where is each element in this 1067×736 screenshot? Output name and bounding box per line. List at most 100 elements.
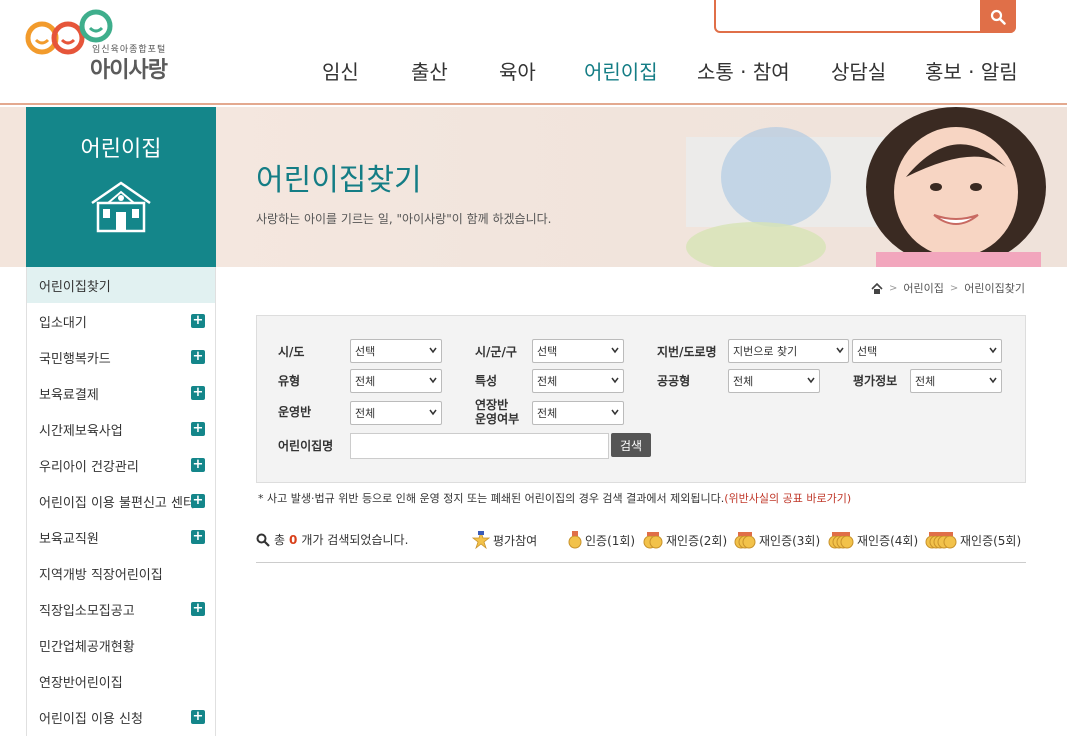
daycare-name-input[interactable] bbox=[350, 433, 609, 459]
daycare-house-icon bbox=[91, 181, 151, 233]
chevron-down-icon bbox=[989, 347, 997, 354]
extended-select-value: 전체 bbox=[537, 407, 558, 420]
sigungu-select[interactable]: 선택 bbox=[532, 339, 624, 363]
legend-cert3-label: 재인증(3회) bbox=[759, 533, 821, 548]
evaluation-star-icon bbox=[472, 531, 490, 549]
type-select-value: 전체 bbox=[355, 375, 376, 388]
search-submit-button[interactable]: 검색 bbox=[611, 433, 651, 457]
search-form-panel: 시/도 선택 시/군/구 선택 지번/도로명 지번으로 찾기 선택 유형 전체 … bbox=[256, 315, 1026, 483]
nav-pregnancy[interactable]: 임신 bbox=[322, 56, 359, 85]
result-prefix: 총 bbox=[274, 533, 286, 547]
search-input[interactable] bbox=[722, 4, 976, 28]
chevron-down-icon bbox=[611, 347, 619, 354]
feature-select[interactable]: 전체 bbox=[532, 369, 624, 393]
expand-plus-icon[interactable]: + bbox=[191, 494, 205, 508]
public-select[interactable]: 전체 bbox=[728, 369, 820, 393]
result-divider bbox=[256, 562, 1026, 563]
sidebar-item[interactable]: 우리아이 건강관리 + bbox=[27, 447, 215, 483]
extended-label-line2: 운영여부 bbox=[475, 412, 520, 426]
expand-plus-icon[interactable]: + bbox=[191, 602, 205, 616]
search-button[interactable] bbox=[980, 0, 1016, 33]
legend-cert3: 재인증(3회) bbox=[734, 531, 820, 549]
nav-daycare[interactable]: 어린이집 bbox=[584, 56, 658, 85]
chevron-down-icon bbox=[989, 377, 997, 384]
address-type-select[interactable]: 지번으로 찾기 bbox=[728, 339, 849, 363]
medal-4-icon bbox=[828, 532, 854, 549]
sidebar-item-label: 어린이집 이용 불편신고 센터 bbox=[39, 495, 195, 511]
type-select[interactable]: 전체 bbox=[350, 369, 442, 393]
home-icon[interactable] bbox=[871, 282, 883, 294]
search-icon bbox=[256, 533, 270, 547]
chevron-down-icon bbox=[836, 347, 844, 354]
sigungu-label: 시/군/구 bbox=[475, 345, 517, 359]
expand-plus-icon[interactable]: + bbox=[191, 458, 205, 472]
medal-3-icon bbox=[734, 532, 756, 549]
address-select[interactable]: 선택 bbox=[852, 339, 1002, 363]
exclusion-notice: * 사고 발생·법규 위반 등으로 인해 운영 정지 또는 폐쇄된 어린이집의 … bbox=[258, 490, 851, 506]
expand-plus-icon[interactable]: + bbox=[191, 350, 205, 364]
medal-icon bbox=[568, 531, 582, 549]
violation-disclosure-link[interactable]: (위반사실의 공표 바로가기) bbox=[724, 492, 851, 505]
sidebar-item-label: 어린이집찾기 bbox=[39, 279, 111, 295]
legend-cert1-label: 인증(1회) bbox=[585, 533, 636, 548]
page-banner: 어린이집 어린이집찾기 사랑하는 아이를 기르는 일, "아이사랑"이 함께 하… bbox=[0, 107, 1067, 267]
nav-parenting[interactable]: 육아 bbox=[499, 56, 536, 85]
sidebar-menu: 어린이집찾기 입소대기 + 국민행복카드 + 보육료결제 + 시간제보육사업 + 우리아이 건강관… bbox=[26, 267, 216, 736]
sidebar-item[interactable]: 어린이집찾기 bbox=[27, 267, 215, 303]
expand-plus-icon[interactable]: + bbox=[191, 710, 205, 724]
sidebar-item[interactable]: 어린이집 이용 신청 + bbox=[27, 699, 215, 735]
sigungu-select-value: 선택 bbox=[537, 345, 558, 358]
public-select-value: 전체 bbox=[733, 375, 754, 388]
expand-plus-icon[interactable]: + bbox=[191, 386, 205, 400]
expand-plus-icon[interactable]: + bbox=[191, 530, 205, 544]
legend-cert2-label: 재인증(2회) bbox=[666, 533, 728, 548]
sidebar-item-label: 우리아이 건강관리 bbox=[39, 459, 139, 475]
sidebar-item[interactable]: 보육료결제 + bbox=[27, 375, 215, 411]
extended-label-line1: 연장반 bbox=[475, 398, 509, 412]
class-select-value: 전체 bbox=[355, 407, 376, 420]
class-select[interactable]: 전체 bbox=[350, 401, 442, 425]
sidebar-item[interactable]: 시간제보육사업 + bbox=[27, 411, 215, 447]
chevron-down-icon bbox=[611, 409, 619, 416]
nav-notice[interactable]: 홍보 · 알림 bbox=[925, 56, 1018, 85]
expand-plus-icon[interactable]: + bbox=[191, 422, 205, 436]
legend-eval: 평가참여 bbox=[472, 531, 537, 549]
eval-select[interactable]: 전체 bbox=[910, 369, 1002, 393]
expand-plus-icon[interactable]: + bbox=[191, 314, 205, 328]
sidebar-item[interactable]: 지역개방 직장어린이집 bbox=[27, 555, 215, 591]
breadcrumb-item-daycare[interactable]: 어린이집 bbox=[903, 280, 943, 296]
logo-title: 아이사랑 bbox=[90, 58, 168, 83]
nav-community[interactable]: 소통 · 참여 bbox=[697, 56, 790, 85]
result-suffix: 개가 검색되었습니다. bbox=[301, 533, 409, 547]
site-logo[interactable]: 임신육아종합포털 아이사랑 bbox=[24, 6, 184, 83]
feature-select-value: 전체 bbox=[537, 375, 558, 388]
sidebar-item[interactable]: 보육교직원 + bbox=[27, 519, 215, 555]
sido-select[interactable]: 선택 bbox=[350, 339, 442, 363]
legend-cert4-label: 재인증(4회) bbox=[857, 533, 919, 548]
sidebar-header: 어린이집 bbox=[26, 107, 216, 267]
breadcrumb-separator: > bbox=[889, 282, 898, 294]
breadcrumb-item-current: 어린이집찾기 bbox=[964, 282, 1025, 295]
sidebar-item-label: 국민행복카드 bbox=[39, 351, 111, 367]
sidebar-item[interactable]: 연장반어린이집 bbox=[27, 663, 215, 699]
extended-select[interactable]: 전체 bbox=[532, 401, 624, 425]
legend-eval-label: 평가참여 bbox=[493, 533, 538, 548]
nav-counseling[interactable]: 상담실 bbox=[831, 56, 886, 85]
sidebar-item-label: 보육교직원 bbox=[39, 531, 99, 547]
sidebar-item[interactable]: 어린이집 이용 불편신고 센터 + bbox=[27, 483, 215, 519]
nav-birth[interactable]: 출산 bbox=[411, 56, 448, 85]
chevron-down-icon bbox=[611, 377, 619, 384]
sidebar-item[interactable]: 민간업체공개현황 bbox=[27, 627, 215, 663]
site-header: 임신육아종합포털 아이사랑 임신 출산 육아 어린이집 소통 · 참여 상담실 … bbox=[0, 0, 1067, 105]
sidebar-item-label: 지역개방 직장어린이집 bbox=[39, 567, 163, 583]
sidebar-item[interactable]: 입소대기 + bbox=[27, 303, 215, 339]
public-label: 공공형 bbox=[657, 374, 691, 388]
sidebar-item[interactable]: 국민행복카드 + bbox=[27, 339, 215, 375]
notice-text: * 사고 발생·법규 위반 등으로 인해 운영 정지 또는 폐쇄된 어린이집의 … bbox=[258, 492, 725, 505]
sidebar-item[interactable]: 직장입소모집공고 + bbox=[27, 591, 215, 627]
page-title: 어린이집찾기 bbox=[256, 163, 422, 198]
sido-select-value: 선택 bbox=[355, 345, 376, 358]
sidebar-item-label: 직장입소모집공고 bbox=[39, 603, 135, 619]
result-summary: 총 0 개가 검색되었습니다. bbox=[256, 531, 408, 548]
sidebar-item-label: 시간제보육사업 bbox=[39, 423, 123, 439]
